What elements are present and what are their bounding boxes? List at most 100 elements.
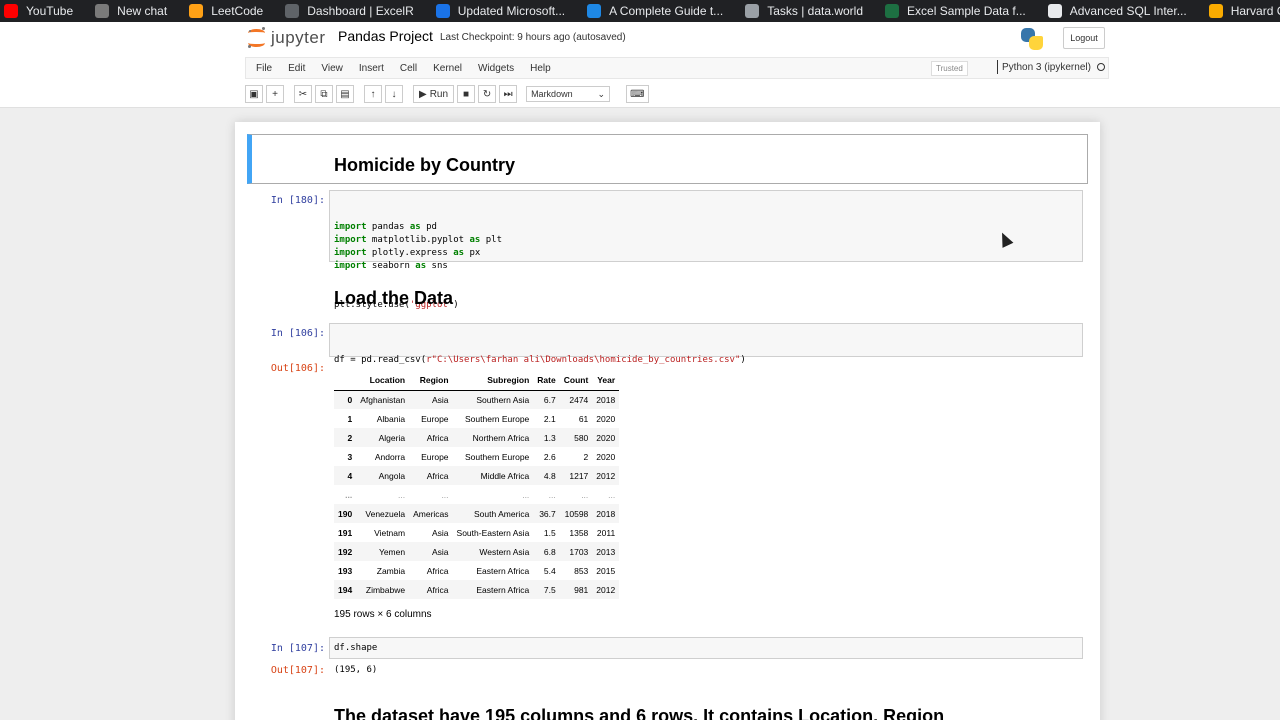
move-down-button[interactable]: ↓	[385, 85, 403, 103]
menu-widgets[interactable]: Widgets	[478, 63, 514, 74]
bookmark-item[interactable]: Updated Microsoft...	[435, 4, 565, 18]
code-cell-shape[interactable]: df.shape	[329, 637, 1083, 659]
table-cell: 2020	[596, 413, 616, 424]
bookmark-item[interactable]: Advanced SQL Inter...	[1047, 4, 1187, 18]
save-button[interactable]: ▣	[245, 85, 263, 103]
code-cell-read-csv[interactable]: df = pd.read_csv(r"C:\Users\farhan ali\D…	[329, 323, 1083, 404]
table-cell: Western Asia	[479, 546, 530, 557]
python-icon	[1021, 28, 1043, 50]
column-header: Year	[592, 371, 620, 391]
bookmark-item[interactable]: Excel Sample Data f...	[885, 4, 1026, 18]
bookmark-item[interactable]: Dashboard | ExcelR	[285, 4, 414, 18]
restart-run-all-button[interactable]: ⏭	[499, 85, 518, 103]
kernel-name: Python 3 (ipykernel)	[1002, 61, 1091, 73]
menu-cell[interactable]: Cell	[400, 63, 417, 74]
output-prompt: Out[106]:	[270, 363, 325, 374]
bookmark-item[interactable]: LeetCode	[189, 4, 263, 18]
bookmark-label: Dashboard | ExcelR	[307, 4, 414, 18]
cell-type-select[interactable]: Markdown ⌄	[526, 86, 611, 102]
row-index: 192	[338, 546, 353, 557]
input-prompt: In [180]:	[270, 195, 325, 206]
bookmark-label: A Complete Guide t...	[609, 4, 724, 18]
table-cell: Eastern Africa	[476, 565, 530, 576]
move-up-button[interactable]: ↑	[364, 85, 382, 103]
notebook-name[interactable]: Pandas Project	[338, 28, 433, 44]
table-cell: 2012	[596, 584, 616, 595]
table-cell: 10598	[564, 508, 589, 519]
favicon-icon	[285, 4, 300, 18]
table-cell: South America	[474, 508, 530, 519]
bookmark-item[interactable]: YouTube	[4, 4, 73, 18]
row-index: 193	[338, 565, 353, 576]
bookmark-item[interactable]: New chat	[95, 4, 167, 18]
table-cell: 6.8	[543, 546, 556, 557]
bookmark-item[interactable]: A Complete Guide t...	[587, 4, 723, 18]
menu-view[interactable]: View	[321, 63, 343, 74]
table-cell: 1.5	[543, 527, 556, 538]
heading-homicide-by-country: Homicide by Country	[334, 155, 516, 175]
table-cell: 2013	[596, 546, 616, 557]
table-cell: 5.4	[543, 565, 556, 576]
table-cell: 2.1	[543, 413, 556, 424]
table-cell: ...	[398, 489, 406, 500]
menu-help[interactable]: Help	[530, 63, 551, 74]
row-index: 0	[347, 394, 353, 405]
table-cell: Middle Africa	[480, 470, 530, 481]
stop-icon: ■	[463, 88, 470, 100]
table-row: 194 Zimbabwe Africa Eastern Africa 7.5 981 201…	[334, 580, 620, 599]
interrupt-button[interactable]: ■	[457, 85, 476, 103]
menu-kernel[interactable]: Kernel	[433, 63, 462, 74]
row-index: 191	[338, 527, 353, 538]
menu-file[interactable]: File	[256, 63, 272, 74]
menu-insert[interactable]: Insert	[359, 63, 384, 74]
cut-button[interactable]: ✂	[294, 85, 312, 103]
notebook-container: Homicide by Country In [180]: import pan…	[235, 122, 1100, 720]
table-cell: Southern Europe	[465, 451, 530, 462]
arrow-up-icon: ↑	[370, 88, 376, 100]
table-cell: Northern Africa	[472, 432, 530, 443]
table-cell: 2011	[596, 527, 616, 538]
menu-edit[interactable]: Edit	[288, 63, 305, 74]
table-cell: Europe	[421, 413, 449, 424]
restart-button[interactable]: ↻	[478, 85, 497, 103]
table-row: 0 Afghanistan Asia Southern Asia 6.7 2474 2018	[334, 390, 620, 409]
table-cell: 61	[578, 413, 589, 424]
run-button[interactable]: ▶ Run	[413, 85, 455, 103]
table-cell: 2474	[569, 394, 589, 405]
trusted-badge[interactable]: Trusted	[931, 61, 968, 76]
restart-icon: ↻	[482, 88, 492, 100]
dataframe-output: Location Region Subregion Rate Count Year 0 Af…	[334, 371, 620, 620]
dataset-description: The dataset have 195 columns and 6 rows.…	[334, 706, 945, 720]
row-index: 194	[338, 584, 353, 595]
code-cell-imports[interactable]: import pandas as pd import matplotlib.pyp…	[329, 190, 1083, 310]
heading-load-the-data: Load the Data	[334, 288, 454, 308]
table-cell: Yemen	[378, 546, 406, 557]
copy-button[interactable]: ⧉	[315, 85, 333, 103]
favicon-icon	[885, 4, 900, 18]
bookmark-item[interactable]: Harvard College Gui...	[1208, 4, 1280, 18]
table-cell: Albania	[376, 413, 406, 424]
command-palette-button[interactable]: ⌨	[626, 85, 649, 103]
column-header: Count	[559, 371, 593, 391]
kernel-indicator[interactable]: Python 3 (ipykernel)	[997, 60, 1105, 74]
paste-button[interactable]: ▤	[336, 85, 354, 103]
table-cell: 981	[574, 584, 589, 595]
insert-cell-button[interactable]: +	[266, 85, 284, 103]
row-index: ...	[345, 489, 353, 500]
table-cell: 2	[583, 451, 589, 462]
table-row: 3 Andorra Europe Southern Europe 2.6 2 2020	[334, 447, 619, 466]
table-cell: ...	[608, 489, 616, 500]
row-index: 4	[347, 470, 353, 481]
bookmarks-bar: YouTube New chat LeetCode Dashboard | Excel…	[0, 0, 1280, 22]
table-row: 190 Venezuela Americas South America 36.7 105…	[334, 504, 620, 523]
markdown-cell-selected[interactable]: Homicide by Country	[247, 134, 1088, 184]
table-cell: ...	[581, 489, 589, 500]
copy-icon: ⧉	[320, 88, 328, 100]
bookmark-item[interactable]: Tasks | data.world	[745, 4, 863, 18]
logout-button[interactable]: Logout	[1063, 27, 1105, 49]
chevron-down-icon: ⌄	[597, 88, 606, 99]
table-cell: Africa	[426, 584, 449, 595]
table-cell: 1217	[569, 470, 589, 481]
input-prompt: In [106]:	[270, 328, 325, 339]
jupyter-logo[interactable]: jupyter	[247, 27, 326, 49]
